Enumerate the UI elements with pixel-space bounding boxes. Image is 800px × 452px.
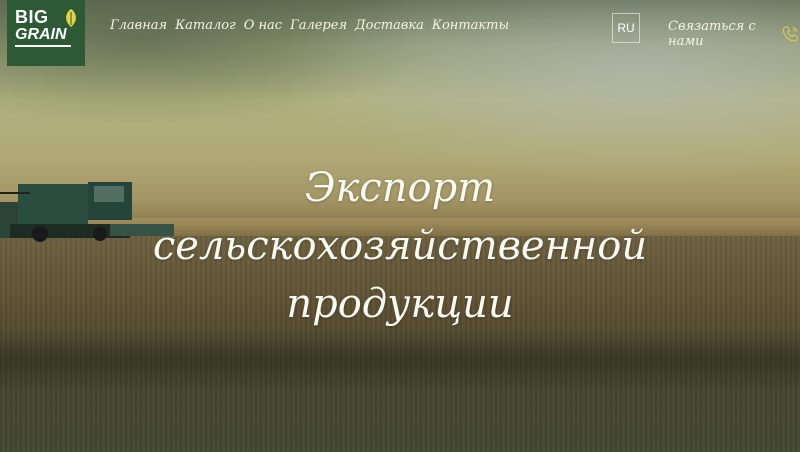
nav-item-about[interactable]: О нас [244,18,282,33]
logo-line2: GRAIN [15,26,67,43]
language-selector[interactable]: RU [612,13,640,43]
nav-item-gallery[interactable]: Галерея [290,18,347,33]
headline-line2: сельскохозяйственной [152,222,648,269]
nav-item-contacts[interactable]: Контакты [432,18,509,33]
nav-item-home[interactable]: Главная [110,18,167,33]
contact-button[interactable]: Связаться с нами [668,19,800,49]
contact-label: Связаться с нами [668,19,756,49]
logo-underline [15,45,71,47]
headline-line3: продукции [286,280,514,327]
phone-icon [783,26,799,42]
leaf-icon [66,9,76,27]
hero-headline: Экспорт сельскохозяйственной продукции [150,159,650,333]
main-nav: Главная Каталог О нас Галерея Доставка К… [110,18,509,33]
logo[interactable]: BIG GRAIN [7,0,85,66]
nav-item-delivery[interactable]: Доставка [355,18,424,33]
nav-item-catalog[interactable]: Каталог [175,18,236,33]
headline-line1: Экспорт [304,164,496,211]
